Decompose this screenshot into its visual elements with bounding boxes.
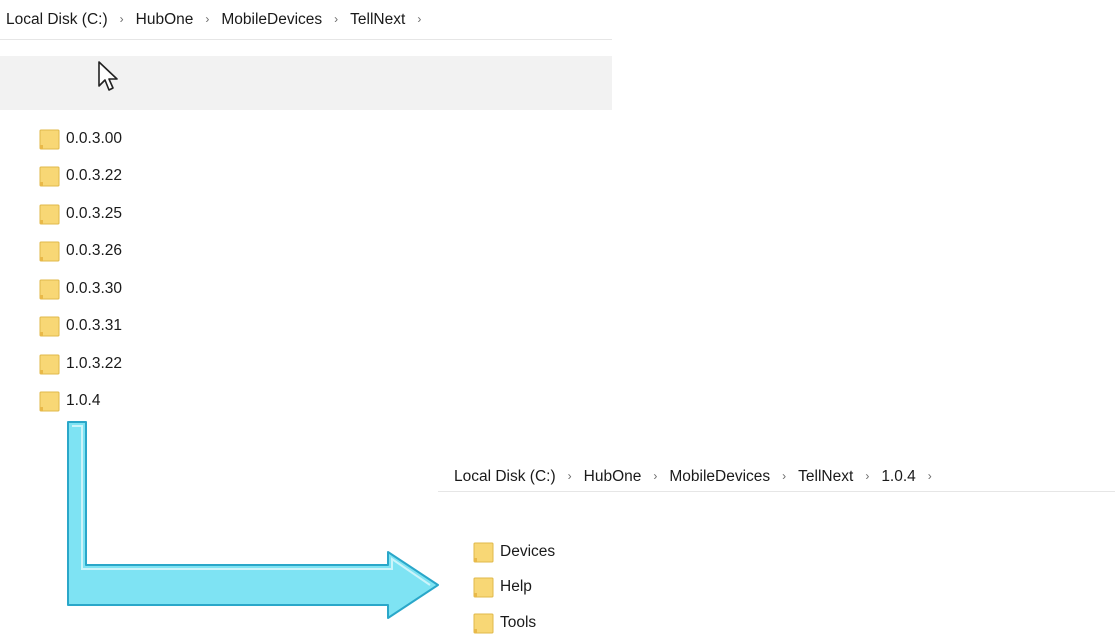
folder-label: 0.0.3.25	[66, 204, 123, 222]
breadcrumb-item-local-disk[interactable]: Local Disk (C:)	[6, 11, 108, 29]
breadcrumb-item-hubone[interactable]: HubOne	[584, 468, 642, 486]
chevron-right-icon[interactable]: ›	[916, 469, 944, 483]
chevron-right-icon[interactable]: ›	[556, 469, 584, 483]
folder-icon	[472, 576, 495, 598]
folder-item[interactable]: 0.0.3.31	[38, 308, 122, 346]
folder-icon	[38, 165, 61, 187]
breadcrumb-item-local-disk[interactable]: Local Disk (C:)	[454, 468, 556, 486]
folder-label: 0.0.3.31	[66, 317, 123, 335]
folder-label: 0.0.3.30	[66, 279, 123, 297]
folder-label: 0.0.3.22	[66, 167, 123, 185]
folder-item[interactable]: 1.0.3.22	[38, 345, 122, 383]
chevron-right-icon[interactable]: ›	[108, 12, 136, 26]
folder-icon	[38, 203, 61, 225]
breadcrumb-item-tellnext[interactable]: TellNext	[798, 468, 853, 486]
breadcrumb-item-tellnext[interactable]: TellNext	[350, 11, 405, 29]
folder-item[interactable]: Help	[472, 570, 555, 606]
folder-label: Tools	[500, 613, 537, 631]
folder-item[interactable]: 0.0.3.25	[38, 195, 122, 233]
chevron-right-icon[interactable]: ›	[322, 12, 350, 26]
chevron-right-icon[interactable]: ›	[770, 469, 798, 483]
top-explorer-panel: Local Disk (C:) › HubOne › MobileDevices…	[0, 0, 612, 420]
navigation-arrow-icon	[67, 421, 439, 619]
folder-item[interactable]: 1.0.4	[38, 383, 122, 421]
folder-icon	[38, 315, 61, 337]
chevron-right-icon[interactable]: ›	[641, 469, 669, 483]
folder-label: Help	[500, 578, 532, 596]
chevron-right-icon[interactable]: ›	[405, 12, 433, 26]
folder-icon	[472, 541, 495, 563]
folder-label: 0.0.3.26	[66, 242, 123, 260]
folder-item[interactable]: 0.0.3.26	[38, 233, 122, 271]
folder-icon	[38, 240, 61, 262]
folder-label: 0.0.3.00	[66, 129, 123, 147]
bottom-explorer-panel: Local Disk (C:) › HubOne › MobileDevices…	[438, 462, 1115, 637]
folder-list: 0.0.3.00 0.0.3.22 0.0.3.25 0.0.3.26 0.0.…	[38, 120, 122, 420]
folder-icon	[38, 128, 61, 150]
chevron-right-icon[interactable]: ›	[193, 12, 221, 26]
breadcrumb-item-1-0-4[interactable]: 1.0.4	[881, 468, 915, 486]
folder-item[interactable]: Devices	[472, 534, 555, 570]
breadcrumb-item-hubone[interactable]: HubOne	[136, 11, 194, 29]
breadcrumb: Local Disk (C:) › HubOne › MobileDevices…	[438, 462, 1115, 492]
folder-label: 1.0.4	[66, 392, 101, 410]
breadcrumb-item-mobiledevices[interactable]: MobileDevices	[221, 11, 322, 29]
folder-icon	[472, 612, 495, 634]
folder-label: 1.0.3.22	[66, 354, 123, 372]
folder-list: Devices Help Tools	[472, 534, 555, 641]
folder-label: Devices	[500, 542, 556, 560]
folder-item[interactable]: Tools	[472, 605, 555, 641]
column-header-strip	[0, 56, 612, 110]
folder-icon	[38, 353, 61, 375]
breadcrumb: Local Disk (C:) › HubOne › MobileDevices…	[0, 0, 612, 40]
folder-icon	[38, 278, 61, 300]
mouse-cursor-icon	[98, 61, 118, 91]
folder-item[interactable]: 0.0.3.30	[38, 270, 122, 308]
folder-item[interactable]: 0.0.3.22	[38, 158, 122, 196]
chevron-right-icon[interactable]: ›	[853, 469, 881, 483]
breadcrumb-item-mobiledevices[interactable]: MobileDevices	[669, 468, 770, 486]
folder-icon	[38, 390, 61, 412]
folder-item[interactable]: 0.0.3.00	[38, 120, 122, 158]
